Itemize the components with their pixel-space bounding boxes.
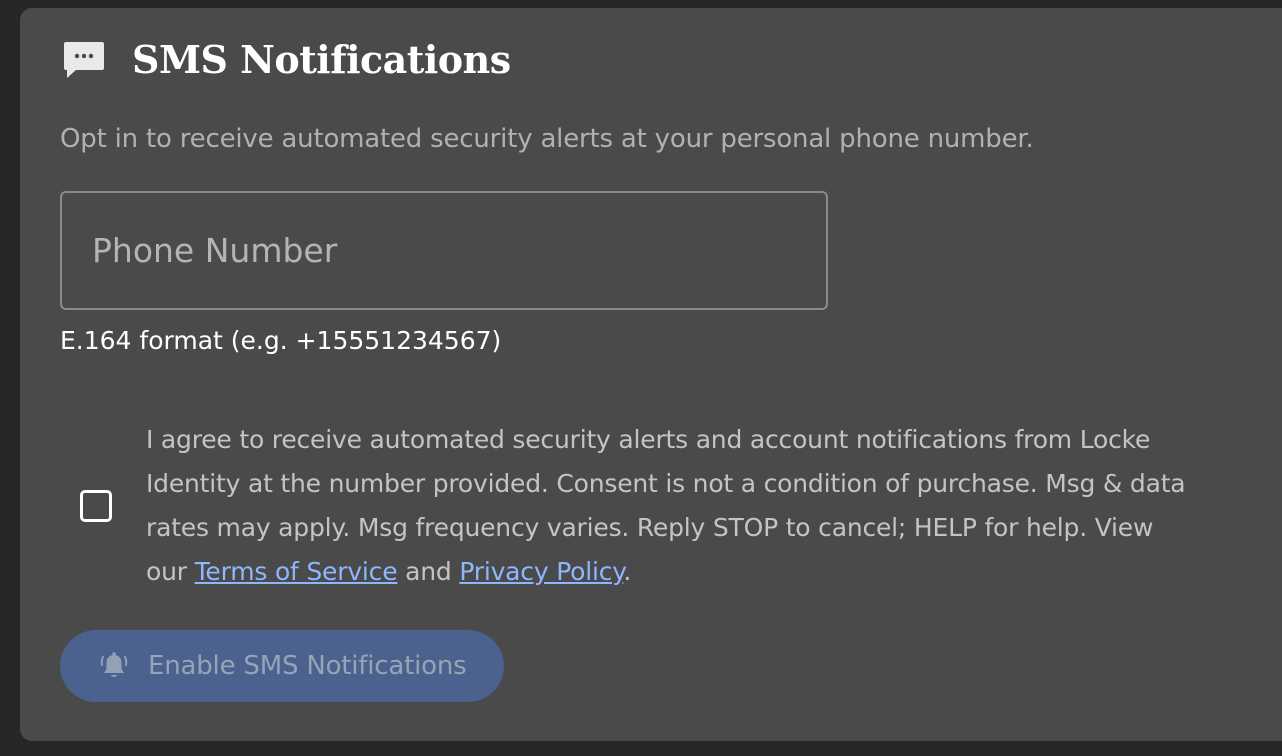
terms-of-service-link[interactable]: Terms of Service	[195, 557, 398, 586]
consent-text-and: and	[397, 557, 460, 586]
consent-text: I agree to receive automated security al…	[146, 418, 1190, 594]
card-title: SMS Notifications	[132, 37, 511, 82]
card-header: SMS Notifications	[62, 38, 511, 82]
phone-format-hint: E.164 format (e.g. +15551234567)	[60, 326, 502, 355]
bell-ring-icon	[98, 650, 130, 682]
chat-bubble-icon	[62, 38, 106, 82]
consent-row: I agree to receive automated security al…	[80, 418, 1190, 594]
sms-notifications-card: SMS Notifications Opt in to receive auto…	[20, 8, 1282, 741]
consent-checkbox[interactable]	[80, 490, 112, 522]
phone-number-input[interactable]	[60, 191, 828, 310]
consent-text-end: .	[623, 557, 632, 586]
enable-button-label: Enable SMS Notifications	[148, 651, 467, 681]
enable-sms-notifications-button[interactable]: Enable SMS Notifications	[60, 630, 504, 702]
card-description: Opt in to receive automated security ale…	[60, 124, 1034, 154]
privacy-policy-link[interactable]: Privacy Policy	[459, 557, 623, 586]
